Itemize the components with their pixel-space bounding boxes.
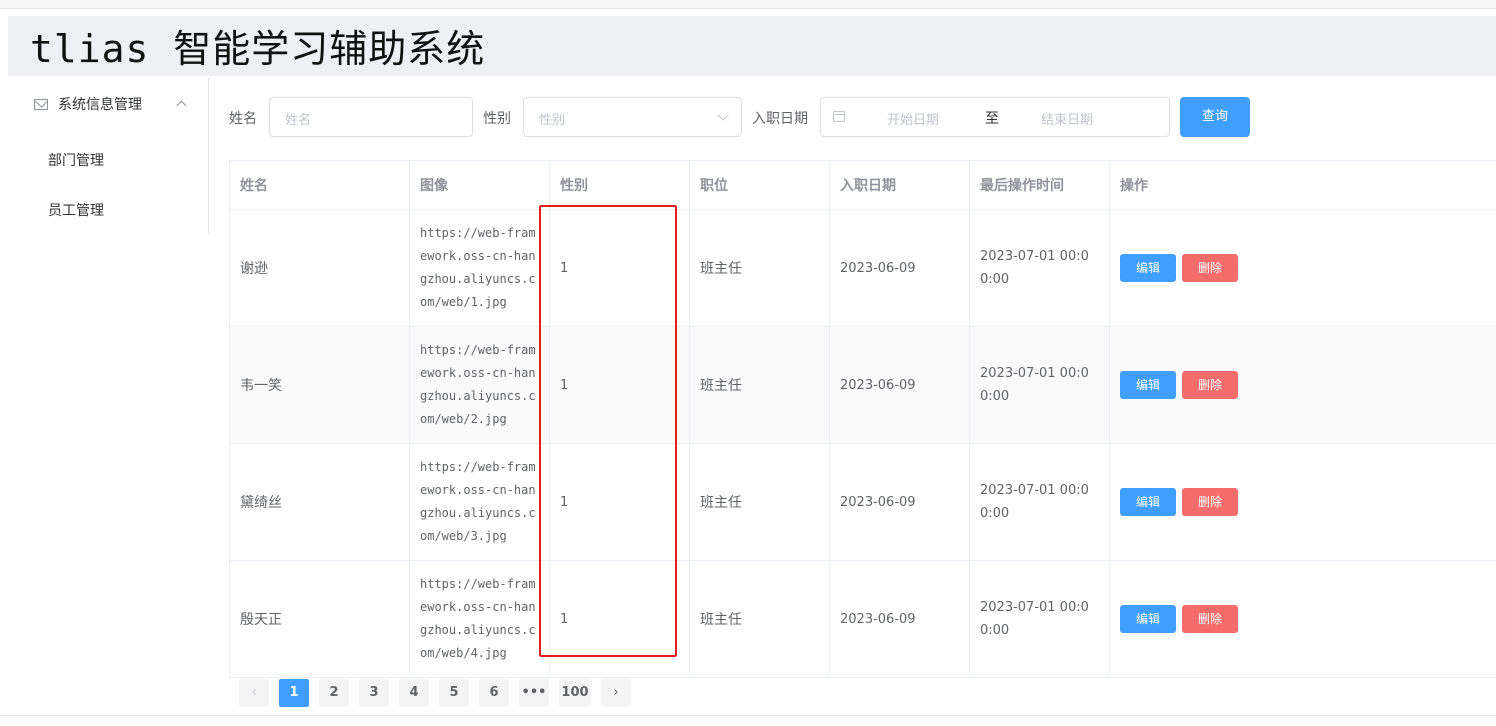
cell-entrydate: 2023-06-09: [829, 209, 970, 327]
column-header-update-time: 最后操作时间: [969, 160, 1110, 210]
delete-button[interactable]: 删除: [1182, 605, 1238, 633]
date-range-picker[interactable]: 开始日期 至 结束日期: [820, 97, 1170, 137]
submenu-label: 系统信息管理: [58, 97, 142, 113]
table-header-row: 姓名 图像 性别 职位 入职日期 最后操作时间 操作: [229, 160, 1496, 210]
page-button[interactable]: 1: [279, 679, 309, 707]
cell-image: https://web-framework.oss-cn-hangzhou.al…: [409, 326, 550, 444]
cell-actions: 编辑 删除: [1109, 560, 1496, 678]
name-filter-label: 姓名: [229, 111, 257, 127]
bottom-divider: [0, 715, 1496, 716]
cell-job: 班主任: [689, 209, 830, 327]
cell-name: 谢逊: [229, 209, 410, 327]
page-button[interactable]: 100: [559, 679, 591, 707]
column-header-actions: 操作: [1109, 160, 1496, 210]
cell-gender: 1: [549, 560, 690, 678]
chevron-right-icon[interactable]: ›: [601, 679, 631, 707]
column-header-image: 图像: [409, 160, 550, 210]
cell-entrydate: 2023-06-09: [829, 326, 970, 444]
table-row: 谢逊 https://web-framework.oss-cn-hangzhou…: [229, 209, 1496, 327]
employee-table: 姓名 图像 性别 职位 入职日期 最后操作时间 操作 谢逊 https://we…: [229, 160, 1496, 678]
cell-actions: 编辑 删除: [1109, 209, 1496, 327]
column-header-entrydate: 入职日期: [829, 160, 970, 210]
table-row: 韦一笑 https://web-framework.oss-cn-hangzho…: [229, 326, 1496, 444]
cell-update-time: 2023-07-01 00:00:00: [969, 209, 1110, 327]
delete-button[interactable]: 删除: [1182, 488, 1238, 516]
cell-name: 韦一笑: [229, 326, 410, 444]
browser-top-strip: [0, 0, 1496, 9]
page-button[interactable]: 6: [479, 679, 509, 707]
delete-button[interactable]: 删除: [1182, 371, 1238, 399]
sidebar-item-dept[interactable]: 部门管理: [48, 150, 104, 170]
name-placeholder: 姓名: [285, 113, 312, 128]
delete-button[interactable]: 删除: [1182, 254, 1238, 282]
start-date-input[interactable]: 开始日期: [887, 109, 939, 128]
cell-entrydate: 2023-06-09: [829, 443, 970, 561]
query-button[interactable]: 查询: [1180, 97, 1250, 137]
cell-name: 殷天正: [229, 560, 410, 678]
app-title: tlias 智能学习辅助系统: [30, 27, 486, 71]
chevron-up-icon: [176, 100, 187, 111]
message-icon: [34, 99, 48, 110]
cell-update-time: 2023-07-01 00:00:00: [969, 560, 1110, 678]
cell-job: 班主任: [689, 560, 830, 678]
column-header-gender: 性别: [549, 160, 690, 210]
cell-gender: 1: [549, 326, 690, 444]
range-separator: 至: [985, 111, 999, 127]
table-row: 殷天正 https://web-framework.oss-cn-hangzho…: [229, 560, 1496, 678]
column-header-name: 姓名: [229, 160, 410, 210]
edit-button[interactable]: 编辑: [1120, 488, 1176, 516]
name-input[interactable]: 姓名: [269, 97, 473, 137]
chevron-down-icon: [717, 109, 729, 121]
page-button[interactable]: 2: [319, 679, 349, 707]
page-button[interactable]: 5: [439, 679, 469, 707]
cell-name: 黛绮丝: [229, 443, 410, 561]
end-date-input[interactable]: 结束日期: [1041, 109, 1093, 128]
cell-update-time: 2023-07-01 00:00:00: [969, 326, 1110, 444]
sidebar-item-emp[interactable]: 员工管理: [48, 200, 104, 220]
gender-placeholder: 性别: [539, 113, 566, 128]
more-pages-button[interactable]: •••: [519, 679, 549, 707]
cell-entrydate: 2023-06-09: [829, 560, 970, 678]
edit-button[interactable]: 编辑: [1120, 254, 1176, 282]
cell-gender: 1: [549, 209, 690, 327]
chevron-left-icon[interactable]: ‹: [239, 679, 269, 707]
gender-filter-label: 性别: [483, 111, 511, 127]
date-filter-label: 入职日期: [752, 111, 808, 127]
cell-actions: 编辑 删除: [1109, 326, 1496, 444]
cell-update-time: 2023-07-01 00:00:00: [969, 443, 1110, 561]
cell-image: https://web-framework.oss-cn-hangzhou.al…: [409, 560, 550, 678]
cell-image: https://web-framework.oss-cn-hangzhou.al…: [409, 443, 550, 561]
sidebar-menu: 系统信息管理 部门管理 员工管理: [8, 78, 209, 234]
cell-image: https://web-framework.oss-cn-hangzhou.al…: [409, 209, 550, 327]
page-button[interactable]: 3: [359, 679, 389, 707]
table-row: 黛绮丝 https://web-framework.oss-cn-hangzho…: [229, 443, 1496, 561]
cell-job: 班主任: [689, 326, 830, 444]
edit-button[interactable]: 编辑: [1120, 371, 1176, 399]
cell-job: 班主任: [689, 443, 830, 561]
submenu-system-info[interactable]: 系统信息管理: [8, 92, 208, 120]
page-button[interactable]: 4: [399, 679, 429, 707]
app-header: tlias 智能学习辅助系统: [8, 16, 1496, 76]
calendar-icon: [833, 111, 845, 122]
edit-button[interactable]: 编辑: [1120, 605, 1176, 633]
column-header-job: 职位: [689, 160, 830, 210]
cell-actions: 编辑 删除: [1109, 443, 1496, 561]
gender-select[interactable]: 性别: [523, 97, 742, 137]
cell-gender: 1: [549, 443, 690, 561]
